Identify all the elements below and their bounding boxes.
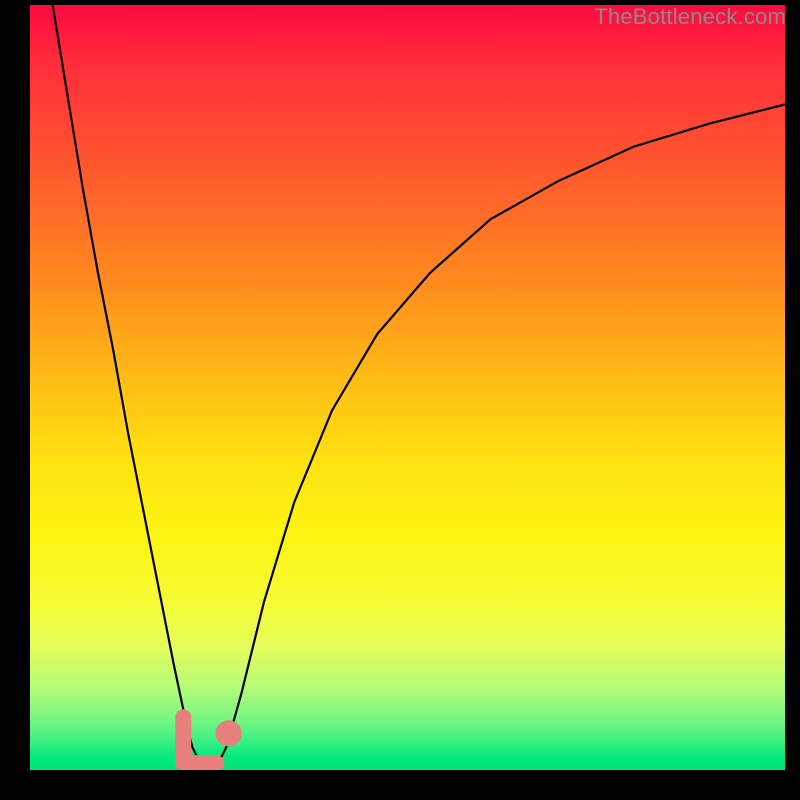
outer-frame: TheBottleneck.com bbox=[0, 0, 800, 800]
pink-dot-marker bbox=[216, 720, 242, 746]
left-branch-curve bbox=[53, 5, 200, 762]
curve-layer bbox=[30, 5, 785, 770]
plot-area bbox=[30, 5, 785, 770]
pink-L-marker bbox=[183, 717, 216, 763]
watermark-text: TheBottleneck.com bbox=[594, 4, 786, 30]
right-branch-curve bbox=[219, 104, 785, 762]
